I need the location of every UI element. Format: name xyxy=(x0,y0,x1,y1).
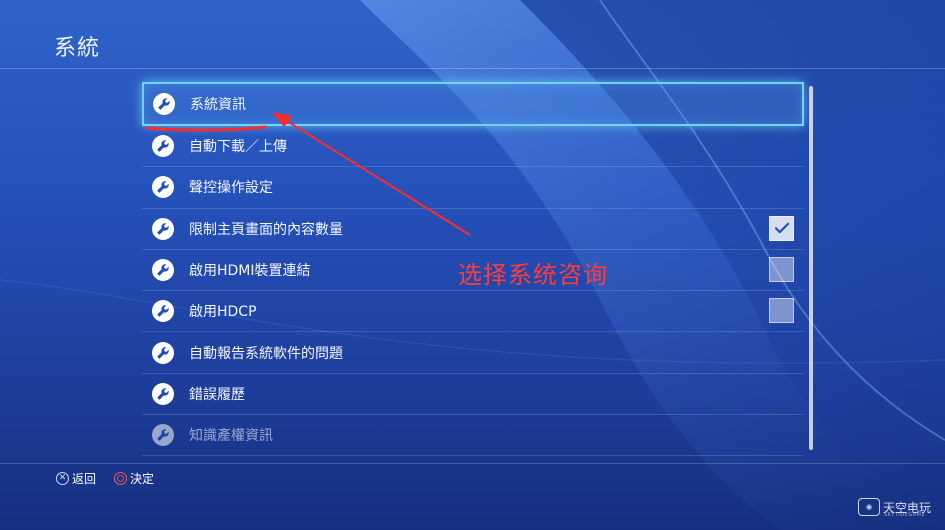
menu-item[interactable]: 系統資訊 xyxy=(142,82,804,126)
menu-item-label: 知識產權資訊 xyxy=(189,428,273,445)
wrench-icon xyxy=(152,382,174,405)
wrench-icon xyxy=(152,424,174,447)
wrench-icon xyxy=(152,135,174,158)
watermark-subtext: SKYTIDEGAME xyxy=(884,512,926,518)
menu-item[interactable]: 知識產權資訊 xyxy=(142,415,804,457)
confirm-label: 決定 xyxy=(130,472,155,486)
menu-item[interactable]: 啟用HDCP xyxy=(142,291,804,333)
annotation-text: 选择系统咨询 xyxy=(458,261,608,289)
controller-logo-icon: ◉ xyxy=(858,498,880,516)
back-label: 返回 xyxy=(72,472,97,486)
back-button[interactable]: ✕ 返回 xyxy=(56,470,96,487)
menu-item-label: 自動報告系統軟件的問題 xyxy=(189,345,343,362)
menu-item[interactable]: 自動報告系統軟件的問題 xyxy=(142,332,804,374)
page-title: 系統 xyxy=(54,36,101,61)
footer-divider xyxy=(0,463,945,464)
cross-button-icon: ✕ xyxy=(56,472,69,485)
header-divider xyxy=(0,68,945,69)
checkbox[interactable] xyxy=(769,298,794,324)
wrench-icon xyxy=(152,259,174,282)
wrench-icon xyxy=(153,93,175,115)
scrollbar[interactable] xyxy=(809,86,813,450)
menu-item[interactable]: 錯誤履歷 xyxy=(142,374,804,416)
confirm-button[interactable]: 決定 xyxy=(114,470,154,487)
menu-item-label: 系統資訊 xyxy=(190,97,246,113)
menu-item-label: 限制主頁畫面的內容數量 xyxy=(189,221,343,238)
menu-item-label: 自動下載／上傳 xyxy=(189,139,287,156)
menu-item[interactable]: 限制主頁畫面的內容數量 xyxy=(142,209,804,250)
menu-item-label: 啟用HDCP xyxy=(189,304,257,321)
menu-item-label: 聲控操作設定 xyxy=(189,180,273,197)
menu-item[interactable]: 聲控操作設定 xyxy=(142,167,804,209)
watermark: ◉ 天空电玩 SKYTIDEGAME xyxy=(858,498,931,518)
checkbox[interactable] xyxy=(769,215,794,241)
wrench-icon xyxy=(152,341,174,364)
menu-item[interactable]: 自動下載／上傳 xyxy=(142,126,804,168)
footer-hints: ✕ 返回 決定 xyxy=(56,470,172,487)
checkbox[interactable] xyxy=(769,256,794,282)
wrench-icon xyxy=(152,176,174,199)
circle-button-icon xyxy=(114,472,128,485)
menu-item-label: 啟用HDMI裝置連結 xyxy=(189,263,311,280)
wrench-icon xyxy=(152,217,174,240)
wrench-icon xyxy=(152,300,174,323)
checkmark-icon xyxy=(773,219,791,237)
menu-item-label: 錯誤履歷 xyxy=(189,386,245,403)
